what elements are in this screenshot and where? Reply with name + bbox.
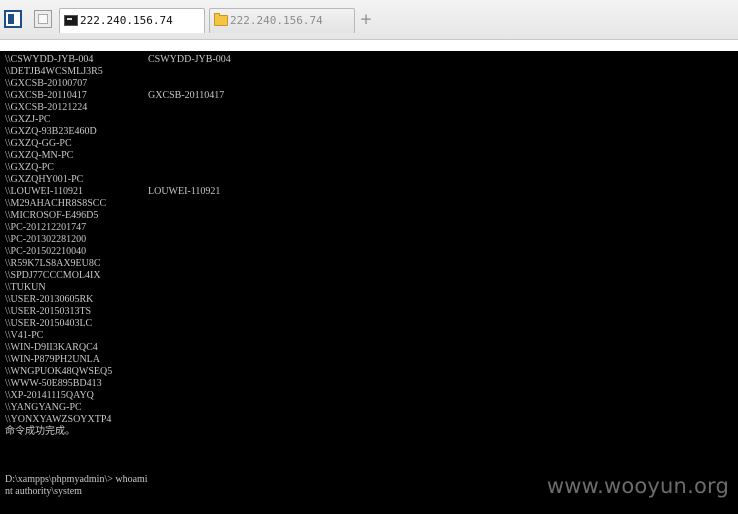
terminal-line: \\GXZJ-PC — [5, 114, 51, 126]
tab-terminal[interactable]: 222.240.156.74 — [59, 8, 205, 33]
terminal-line: \\V41-PC — [5, 330, 43, 342]
terminal-line: \\YONXYAWZSOYXTP4 — [5, 414, 111, 426]
terminal-line: \\CSWYDD-JYB-004 CSWYDD-JYB-004 — [5, 54, 231, 66]
terminal-line: \\GXZQ-GG-PC — [5, 138, 72, 150]
terminal-line: \\DETJB4WCSMLJ3R5 — [5, 66, 103, 78]
terminal-line-text: \\GXCSB-20110417 — [5, 90, 87, 101]
terminal-line: \\WWW-50E895BD413 — [5, 378, 102, 390]
terminal-line: \\PC-201212201747 — [5, 222, 86, 234]
terminal-line: \\YANGYANG-PC — [5, 402, 82, 414]
terminal-line-text: \\V41-PC — [5, 330, 44, 341]
terminal-line-text: \\WIN-P879PH2UNLA — [5, 354, 100, 365]
terminal-line-text: D:\xampps\phpmyadmin\> whoami — [5, 474, 148, 485]
tab-file-manager[interactable]: 222.240.156.74 — [209, 8, 355, 33]
terminal-line-text: \\GXZQ-93B23E460D — [5, 126, 97, 137]
toggle-panel-button[interactable] — [4, 10, 22, 28]
terminal-line: \\GXZQ-93B23E460D — [5, 126, 97, 138]
terminal-line-text: \\TUKUN — [5, 282, 46, 293]
terminal-line-comment: GXCSB-20110417 — [148, 90, 225, 101]
terminal-line: \\TUKUN — [5, 282, 46, 294]
tab-label: 222.240.156.74 — [230, 14, 323, 27]
terminal-line: \\GXCSB-20121224 — [5, 102, 87, 114]
terminal-line-text: \\YONXYAWZSOYXTP4 — [5, 414, 112, 425]
terminal-line-text: \\M29AHACHR8S8SCC — [5, 198, 107, 209]
terminal-line-text: \\YANGYANG-PC — [5, 402, 82, 413]
terminal-line: \\XP-20141115QAYQ — [5, 390, 94, 402]
terminal-line-text: \\WWW-50E895BD413 — [5, 378, 102, 389]
terminal-line-text: \\CSWYDD-JYB-004 — [5, 54, 94, 65]
terminal-line-text: \\PC-201302281200 — [5, 234, 87, 245]
terminal-line: \\LOUWEI-110921 LOUWEI-110921 — [5, 186, 220, 198]
terminal-icon — [64, 15, 78, 26]
terminal-line-text: \\MICROSOF-E496D5 — [5, 210, 99, 221]
tab-bar: 222.240.156.74 222.240.156.74 + — [0, 0, 738, 40]
terminal-line: \\WIN-D9II3KARQC4 — [5, 342, 98, 354]
terminal-line-comment: CSWYDD-JYB-004 — [148, 54, 231, 65]
terminal-line: \\USER-20150313TS — [5, 306, 91, 318]
terminal-line: 命令成功完成。 — [5, 426, 75, 438]
terminal-line: \\MICROSOF-E496D5 — [5, 210, 98, 222]
terminal-line: \\WNGPUOK48QWSEQ5 — [5, 366, 112, 378]
terminal-line-text: \\XP-20141115QAYQ — [5, 390, 94, 401]
terminal-line-text: nt authority\system — [5, 486, 82, 497]
terminal-line: \\GXCSB-20110417 GXCSB-20110417 — [5, 90, 224, 102]
terminal-line-text: \\USER-20150313TS — [5, 306, 92, 317]
terminal-line-text: \\R59K7LS8AX9EU8C — [5, 258, 101, 269]
new-window-button[interactable] — [34, 10, 52, 28]
terminal-line-text: \\GXZQHY001-PC — [5, 174, 84, 185]
terminal-line-text: 命令成功完成。 — [5, 426, 75, 437]
terminal-line-text: \\USER-20150403LC — [5, 318, 93, 329]
terminal-line: D:\xampps\phpmyadmin\> whoami — [5, 474, 148, 486]
folder-icon — [214, 13, 228, 26]
terminal-line-text: \\GXZQ-MN-PC — [5, 150, 74, 161]
terminal-line: \\USER-20130605RK — [5, 294, 93, 306]
terminal-line-text: \\GXCSB-20121224 — [5, 102, 88, 113]
terminal-line-text: \\PC-201502210040 — [5, 246, 87, 257]
terminal-line-text: \\PC-201212201747 — [5, 222, 87, 233]
terminal-line: \\GXZQ-MN-PC — [5, 150, 73, 162]
window-icon — [38, 14, 48, 24]
terminal-line: \\WIN-P879PH2UNLA — [5, 354, 100, 366]
terminal-line-text: \\LOUWEI-110921 — [5, 186, 83, 197]
terminal-line-text: \\WIN-D9II3KARQC4 — [5, 342, 98, 353]
panel-icon — [8, 14, 14, 24]
watermark: www.wooyun.org — [546, 474, 729, 498]
terminal-line: \\SPDJ77CCCMOL4IX — [5, 270, 101, 282]
terminal-line: \\R59K7LS8AX9EU8C — [5, 258, 101, 270]
terminal-line-text: \\GXCSB-20100707 — [5, 78, 88, 89]
terminal-line-text: \\USER-20130605RK — [5, 294, 94, 305]
terminal-line: \\GXZQHY001-PC — [5, 174, 83, 186]
terminal-line: \\M29AHACHR8S8SCC — [5, 198, 106, 210]
terminal-line-text: \\DETJB4WCSMLJ3R5 — [5, 66, 103, 77]
tab-label: 222.240.156.74 — [80, 14, 173, 27]
terminal-line-text: \\SPDJ77CCCMOL4IX — [5, 270, 101, 281]
terminal-line: \\GXZQ-PC — [5, 162, 54, 174]
terminal-line: nt authority\system — [5, 486, 82, 498]
terminal-line-comment: LOUWEI-110921 — [148, 186, 221, 197]
terminal-line-text: \\WNGPUOK48QWSEQ5 — [5, 366, 113, 377]
terminal-line-text: \\GXZQ-PC — [5, 162, 54, 173]
terminal-line: \\GXCSB-20100707 — [5, 78, 87, 90]
terminal-line: \\PC-201502210040 — [5, 246, 86, 258]
content-gap — [0, 40, 738, 51]
terminal-line-text: \\GXZJ-PC — [5, 114, 51, 125]
add-tab-icon[interactable]: + — [359, 10, 373, 28]
terminal-line: \\PC-201302281200 — [5, 234, 86, 246]
terminal-line-text: \\GXZQ-GG-PC — [5, 138, 72, 149]
terminal-line: \\USER-20150403LC — [5, 318, 92, 330]
terminal-output[interactable]: www.wooyun.org \\CSWYDD-JYB-004 CSWYDD-JY… — [0, 51, 738, 514]
